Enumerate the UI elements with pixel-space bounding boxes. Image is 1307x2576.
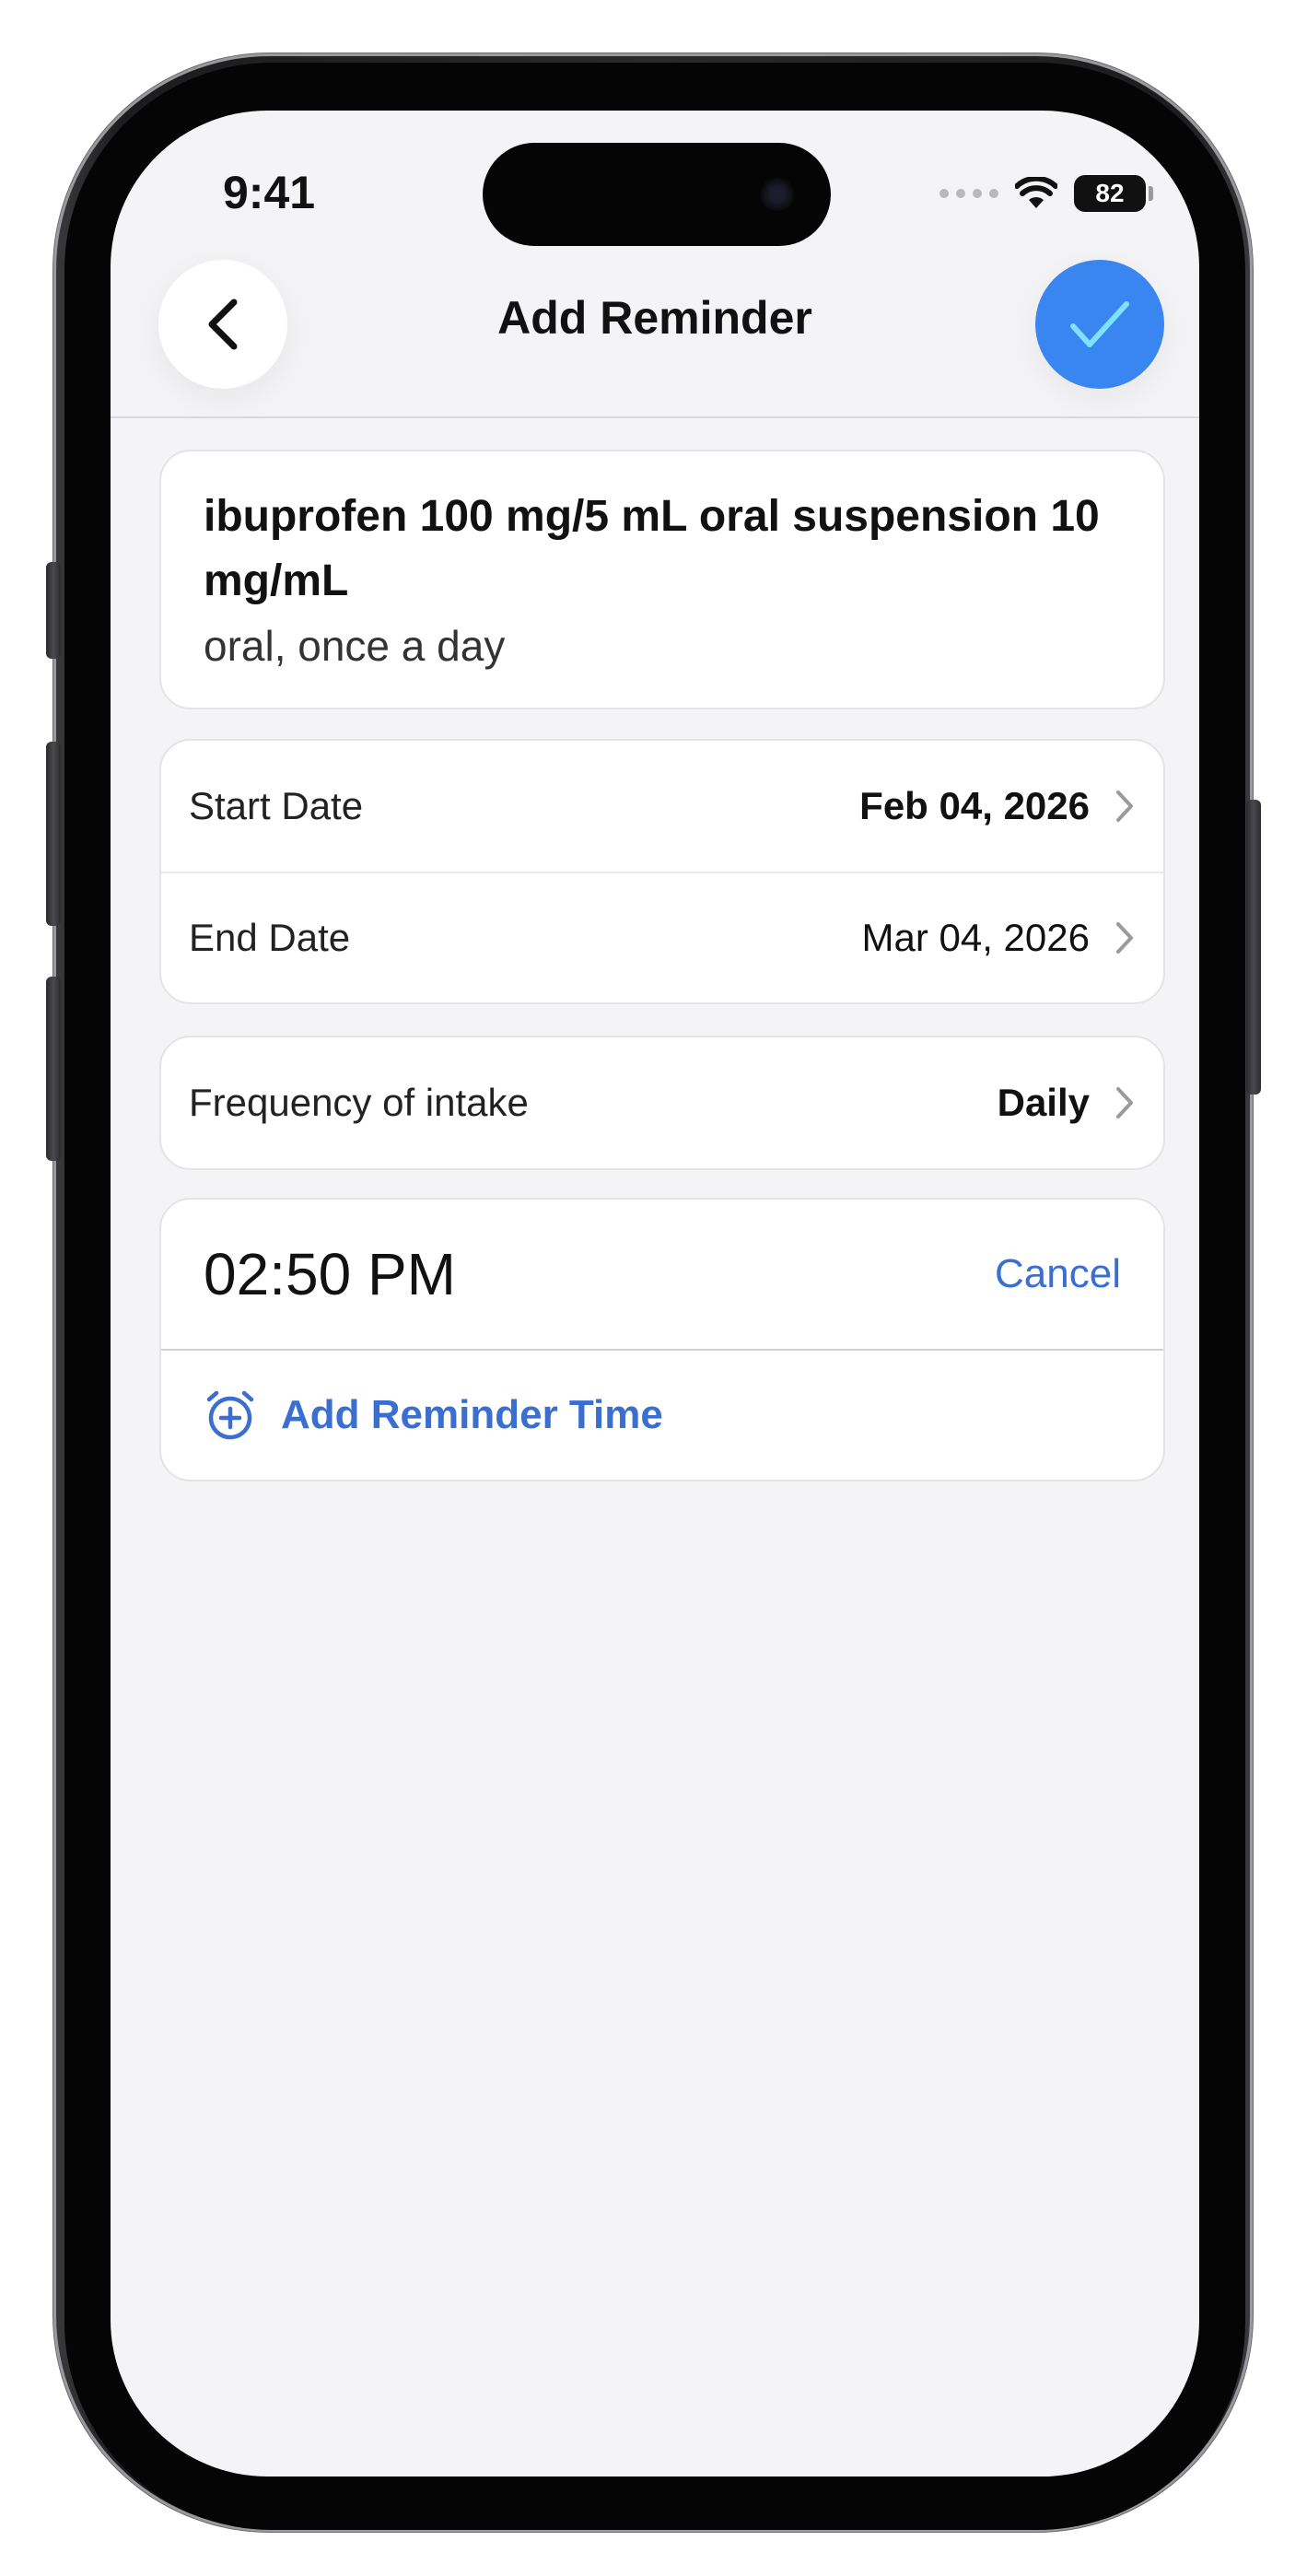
battery-icon: 82 bbox=[1074, 175, 1153, 212]
chevron-right-icon bbox=[1116, 790, 1133, 822]
frequency-card: Frequency of intake Daily bbox=[159, 1036, 1165, 1170]
camera-icon bbox=[761, 178, 794, 211]
reminder-times-card: 02:50 PM Cancel Add Reminder Time bbox=[159, 1198, 1165, 1481]
cellular-signal-icon bbox=[939, 189, 998, 198]
alarm-add-icon bbox=[206, 1390, 254, 1440]
chevron-right-icon bbox=[1116, 1087, 1133, 1118]
save-button[interactable] bbox=[1035, 260, 1164, 389]
frequency-row[interactable]: Frequency of intake Daily bbox=[161, 1037, 1163, 1168]
checkmark-icon bbox=[1070, 301, 1129, 347]
start-date-label: Start Date bbox=[189, 784, 364, 827]
end-date-label: End Date bbox=[189, 916, 351, 959]
dynamic-island bbox=[483, 143, 831, 246]
dates-card: Start Date Feb 04, 2026 End Date Mar 04,… bbox=[159, 739, 1165, 1004]
status-icons: 82 bbox=[939, 173, 1153, 214]
medication-detail: oral, once a day bbox=[204, 622, 506, 670]
status-time: 9:41 bbox=[223, 167, 316, 218]
battery-level: 82 bbox=[1095, 179, 1125, 207]
reminder-time-row[interactable]: 02:50 PM Cancel bbox=[161, 1200, 1163, 1351]
cancel-reminder-button[interactable]: Cancel bbox=[995, 1251, 1121, 1297]
screen: 9:41 82 Add Reminder ibuprofen 100 mg/5 … bbox=[111, 111, 1199, 2476]
chevron-right-icon bbox=[1116, 922, 1133, 954]
frequency-value: Daily bbox=[997, 1081, 1090, 1124]
start-date-value: Feb 04, 2026 bbox=[859, 784, 1090, 827]
add-reminder-time-button[interactable]: Add Reminder Time bbox=[161, 1351, 1163, 1480]
volume-up-button bbox=[46, 742, 61, 926]
frequency-label: Frequency of intake bbox=[189, 1081, 529, 1124]
nav-divider bbox=[111, 416, 1199, 418]
power-button bbox=[1246, 800, 1261, 1095]
end-date-row[interactable]: End Date Mar 04, 2026 bbox=[161, 872, 1163, 1002]
start-date-row[interactable]: Start Date Feb 04, 2026 bbox=[161, 741, 1163, 872]
action-button bbox=[46, 562, 61, 659]
end-date-value: Mar 04, 2026 bbox=[861, 916, 1091, 959]
wifi-icon bbox=[1015, 177, 1057, 208]
add-reminder-time-label: Add Reminder Time bbox=[281, 1392, 663, 1437]
medication-name: ibuprofen 100 mg/5 mL oral suspension 10… bbox=[204, 492, 1100, 605]
reminder-time[interactable]: 02:50 PM bbox=[204, 1240, 995, 1308]
volume-down-button bbox=[46, 977, 61, 1161]
medication-card: ibuprofen 100 mg/5 mL oral suspension 10… bbox=[159, 450, 1165, 709]
